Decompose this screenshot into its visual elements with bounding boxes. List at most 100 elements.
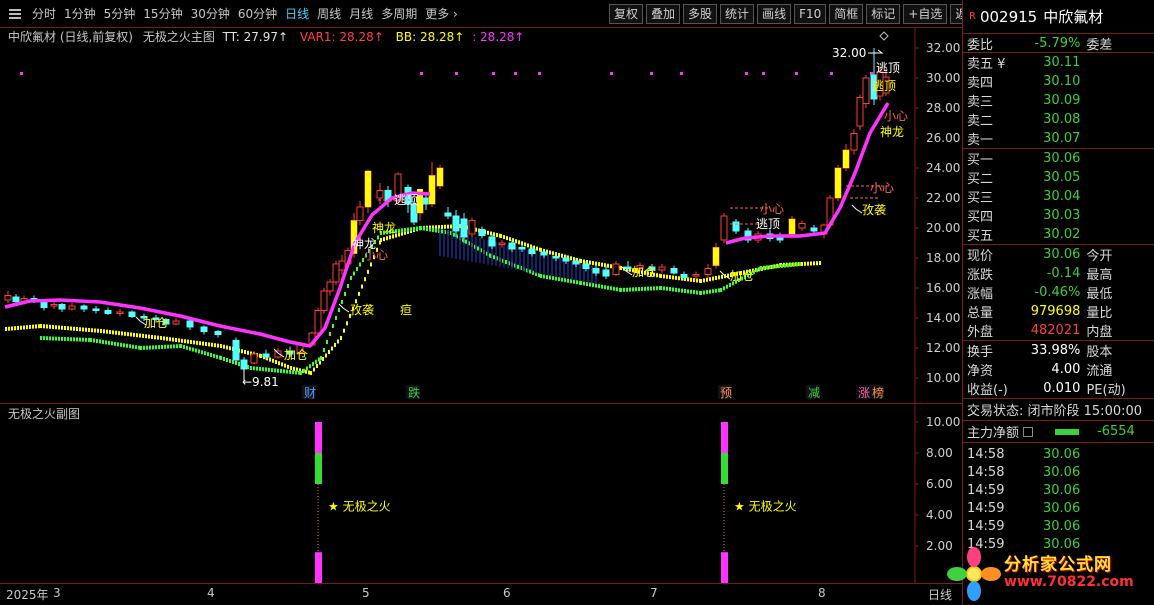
period-tab-daily[interactable]: 日线 — [281, 5, 313, 22]
weibi-value: -5.79% — [1034, 35, 1081, 51]
support-dot — [413, 226, 415, 231]
resistance-dot — [115, 330, 117, 335]
resistance-dot — [383, 237, 385, 242]
resistance-dot — [281, 362, 283, 367]
stats-button[interactable]: 统计 — [720, 4, 755, 24]
signal-dot — [514, 72, 517, 75]
simple-frame-button[interactable]: 简框 — [829, 4, 864, 24]
sub-indicator-chart[interactable]: 10.008.006.004.002.00★ 无极之火 ★ 无极之火 — [0, 404, 962, 584]
fuquan-button[interactable]: 复权 — [609, 4, 644, 24]
event-tag: 预 — [718, 385, 732, 400]
period-tab-multi[interactable]: 多周期 — [377, 5, 421, 22]
support-dot — [696, 290, 698, 295]
toolbar-buttons: 复权 叠加 多股 统计 画线 F10 简框 标记 +自选 返回 — [606, 4, 985, 24]
menu-icon[interactable] — [6, 5, 24, 23]
resistance-dot — [217, 343, 219, 348]
tick-list[interactable]: 14:58 30.06 14:58 30.06 14:59 30.06 14:59 30.06… — [963, 443, 1154, 553]
stat-row-1-value: -0.14 — [1046, 266, 1081, 281]
resistance-dot — [573, 257, 575, 262]
resistance-dot — [620, 266, 622, 270]
tick-time: 14:59 — [967, 482, 1005, 498]
period-tab-5min[interactable]: 5分钟 — [100, 5, 140, 22]
support-dot — [189, 346, 191, 351]
resistance-dot — [157, 335, 159, 340]
candle-body — [478, 229, 486, 236]
support-dot — [650, 286, 652, 291]
support-dot — [359, 262, 361, 267]
period-tab-30min[interactable]: 30分钟 — [187, 5, 234, 22]
resistance-dot — [398, 232, 400, 237]
resistance-dot — [500, 234, 502, 238]
period-tab-fenshi[interactable]: 分时 — [28, 5, 60, 22]
resistance-dot — [85, 327, 87, 332]
support-dot — [46, 336, 48, 341]
candle-body — [80, 305, 88, 310]
candle-down — [592, 265, 600, 276]
candle-body — [680, 274, 688, 278]
sub-chart-pane[interactable]: 10.00 8.00 6.00 4.00 2.00 ★ 无极之火 ★ 无极之火 无极之火副图 — [0, 403, 962, 584]
ask-row-3: 卖三 30.09 — [963, 91, 1154, 110]
period-tab-weekly[interactable]: 周线 — [313, 5, 345, 22]
resistance-dot — [160, 336, 162, 340]
support-dot — [583, 281, 585, 286]
flower-logo-icon — [947, 547, 1001, 601]
resistance-dot — [272, 358, 274, 363]
resistance-dot — [580, 259, 582, 263]
period-tab-60min[interactable]: 60分钟 — [234, 5, 281, 22]
tick-row: 14:59 30.06 — [963, 499, 1154, 517]
bid-row-1: 买一 30.06 — [963, 149, 1154, 168]
axis-label-3: 3 — [53, 586, 61, 600]
support-dot — [626, 287, 628, 292]
signal-dot — [650, 72, 653, 75]
support-dot — [320, 356, 322, 360]
signal-dot — [610, 72, 613, 75]
support-dot — [289, 369, 291, 374]
candlestick-chart[interactable]: 32.00 30.00 28.00 26.00 24.00 22.00 20.00 18.00… — [0, 28, 962, 403]
candle-down — [870, 48, 878, 105]
stat2-row-0-label: 换手 — [967, 345, 994, 360]
support-dot — [232, 360, 234, 364]
bid-row-2-label: 买二 — [967, 172, 994, 187]
tick-time: 14:59 — [967, 518, 1005, 534]
sub-tick-label: 8.00 — [926, 446, 953, 460]
resistance-dot — [112, 330, 114, 335]
overlay-button[interactable]: 叠加 — [646, 4, 681, 24]
time-axis: 2025年 3 4 5 6 7 8 日线 — [0, 583, 962, 605]
support-dot — [140, 346, 142, 350]
mark-button[interactable]: 标记 — [866, 4, 901, 24]
candle-body — [592, 268, 600, 274]
ask-row-2: 卖二 30.08 — [963, 110, 1154, 129]
resistance-dot — [97, 328, 99, 333]
signal-dot — [795, 72, 798, 75]
add-favorite-button[interactable]: +自选 — [903, 4, 948, 24]
period-tab-more[interactable]: 更多 › — [421, 5, 462, 22]
ask-row-2-label: 卖二 — [967, 114, 994, 129]
flow-toggle-icon[interactable] — [1023, 426, 1034, 437]
main-chart-pane[interactable]: 32.00 30.00 28.00 26.00 24.00 22.00 20.00 18.00… — [0, 28, 962, 403]
resistance-dot — [503, 235, 505, 240]
f10-button[interactable]: F10 — [794, 4, 827, 24]
resistance-dot — [703, 278, 705, 283]
candle-up — [314, 307, 322, 335]
period-tab-monthly[interactable]: 月线 — [345, 5, 377, 22]
resistance-dot — [361, 284, 363, 289]
candle-down — [732, 219, 740, 234]
support-dot — [79, 337, 81, 342]
candle-body — [518, 247, 526, 250]
resistance-dot — [570, 256, 572, 261]
draw-line-button[interactable]: 画线 — [757, 4, 792, 24]
stat-row-0-right-label: 今开 — [1086, 249, 1113, 264]
resistance-dot — [88, 328, 90, 332]
resistance-dot — [20, 325, 22, 330]
resistance-dot — [121, 331, 123, 336]
candle-down — [214, 330, 222, 338]
resistance-dot — [524, 242, 526, 247]
candle-body — [850, 133, 858, 151]
price-tick-label: 18.00 — [926, 251, 960, 265]
period-tab-15min[interactable]: 15分钟 — [139, 5, 186, 22]
bb-value: BB: 28.28↑ — [395, 30, 465, 44]
multi-stock-button[interactable]: 多股 — [683, 4, 718, 24]
resistance-dot — [598, 262, 600, 267]
candle-body — [540, 251, 548, 256]
period-tab-1min[interactable]: 1分钟 — [60, 5, 100, 22]
